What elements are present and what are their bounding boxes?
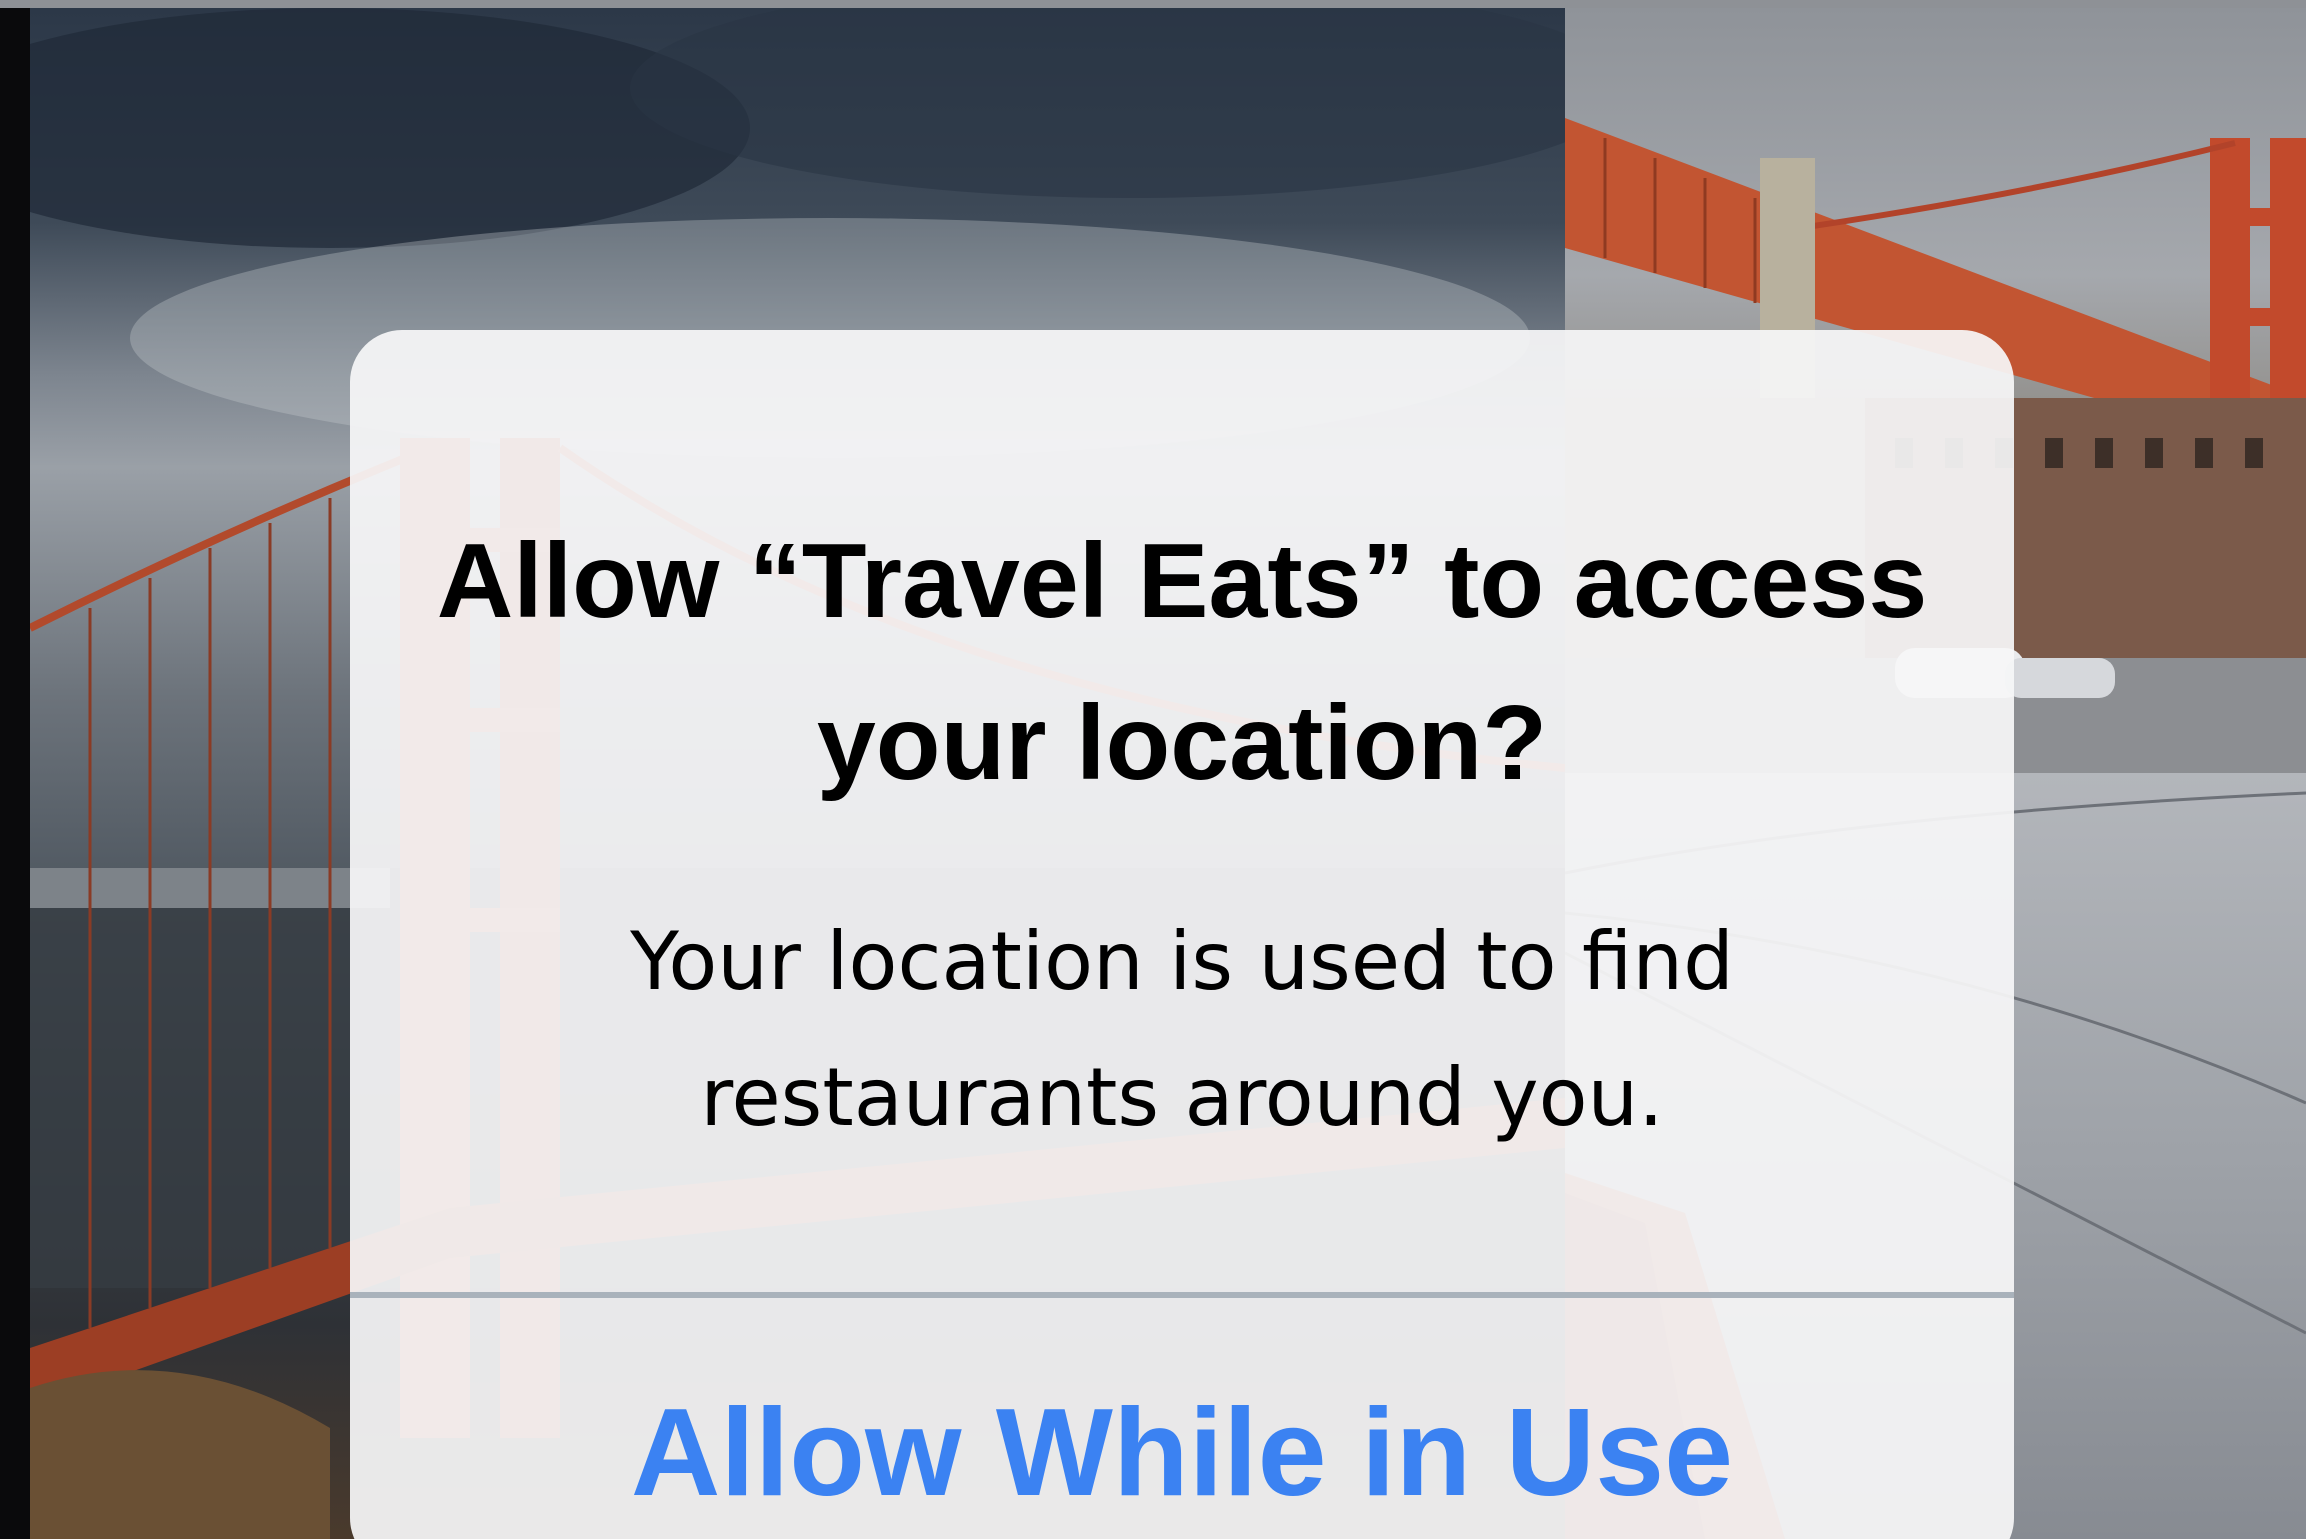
- allow-while-in-use-button[interactable]: Allow While in Use: [350, 1298, 2014, 1539]
- alert-message: Your location is used to find restaurant…: [630, 915, 1734, 1144]
- allow-while-in-use-label: Allow While in Use: [630, 1384, 1734, 1522]
- alert-title: Allow “Travel Eats” to access your locat…: [436, 522, 1928, 802]
- left-edge: [0, 8, 30, 1539]
- app-screen: Allow “Travel Eats” to access your locat…: [0, 0, 2306, 1539]
- top-strip: [0, 0, 2306, 8]
- location-permission-alert: Allow “Travel Eats” to access your locat…: [350, 330, 2014, 1539]
